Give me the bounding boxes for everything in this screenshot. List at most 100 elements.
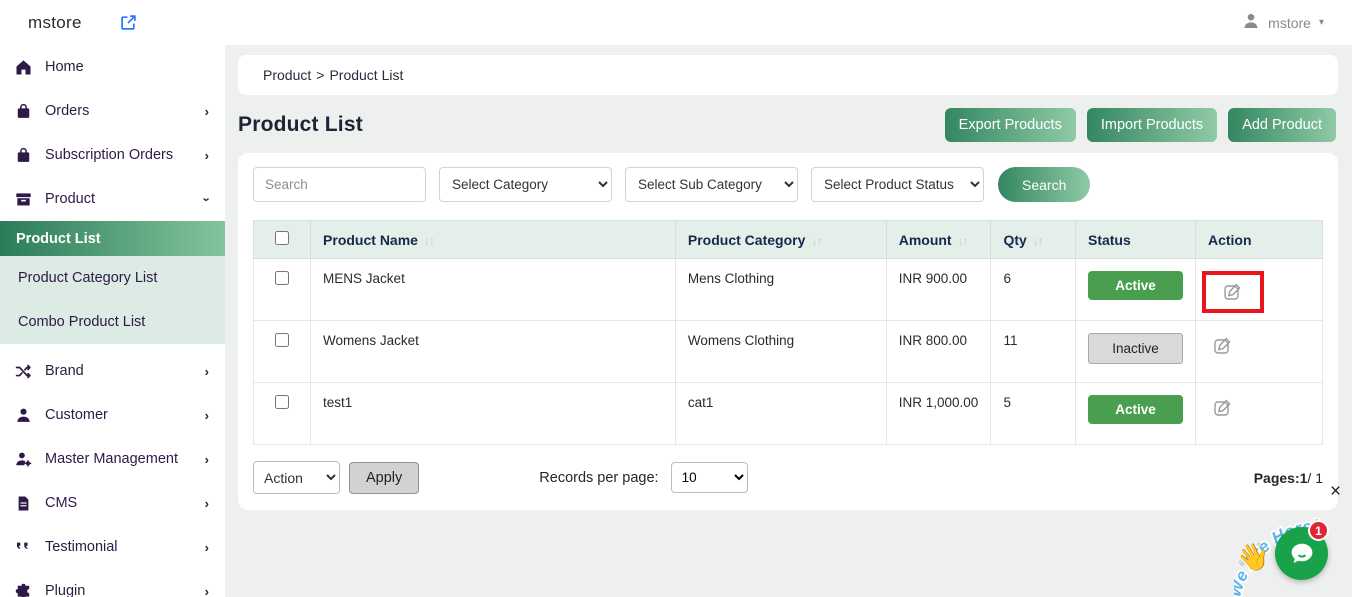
product-table: Product Name↓↑ Product Category↓↑ Amount… — [253, 220, 1323, 445]
header-product-category[interactable]: Product Category↓↑ — [675, 221, 886, 259]
header-qty[interactable]: Qty↓↑ — [991, 221, 1076, 259]
table-row: Womens Jacket Womens Clothing INR 800.00… — [254, 321, 1323, 383]
main-content: Product > Product List Product List Expo… — [225, 45, 1352, 597]
row-checkbox[interactable] — [275, 333, 289, 347]
cell-product-name: MENS Jacket — [311, 259, 676, 321]
sidebar-item-home[interactable]: Home — [0, 45, 225, 89]
sidebar-item-subscription-orders[interactable]: Subscription Orders › — [0, 133, 225, 177]
person-gear-icon — [15, 451, 32, 468]
chat-notification-badge: 1 — [1308, 520, 1329, 541]
page-title: Product List — [238, 113, 363, 137]
product-status-select[interactable]: Select Product Status — [811, 167, 984, 202]
chevron-right-icon: › — [205, 452, 209, 467]
sort-icon[interactable]: ↓↑ — [424, 234, 434, 248]
export-products-button[interactable]: Export Products — [945, 108, 1076, 142]
cell-product-category: Mens Clothing — [675, 259, 886, 321]
chevron-right-icon: › — [205, 584, 209, 597]
product-list-card: Select Category Select Sub Category Sele… — [238, 153, 1338, 510]
search-button[interactable]: Search — [998, 167, 1090, 202]
sidebar-item-plugin[interactable]: Plugin › — [0, 569, 225, 597]
sidebar-item-product[interactable]: Product › — [0, 177, 225, 221]
bag-icon — [15, 103, 32, 120]
person-icon — [15, 407, 32, 424]
breadcrumb-parent[interactable]: Product — [263, 67, 311, 83]
pagination: Pages:1/ 1 — [1254, 470, 1323, 486]
header-amount[interactable]: Amount↓↑ — [886, 221, 991, 259]
chat-close-icon[interactable]: × — [1330, 482, 1341, 501]
sort-icon[interactable]: ↓↑ — [958, 234, 968, 248]
external-link-icon[interactable] — [120, 14, 137, 31]
edit-icon[interactable] — [1208, 395, 1238, 421]
chevron-right-icon: › — [205, 104, 209, 119]
topbar: mstore mstore ▾ — [0, 0, 1352, 45]
cell-product-category: Womens Clothing — [675, 321, 886, 383]
sort-icon[interactable]: ↓↑ — [1033, 234, 1043, 248]
edit-icon[interactable] — [1218, 279, 1248, 305]
cell-qty: 5 — [991, 383, 1076, 445]
cell-amount: INR 900.00 — [886, 259, 991, 321]
import-products-button[interactable]: Import Products — [1087, 108, 1217, 142]
select-all-checkbox[interactable] — [275, 231, 289, 245]
header-status: Status — [1075, 221, 1195, 259]
records-per-page-select[interactable]: 10 — [671, 462, 748, 493]
archive-icon — [15, 191, 32, 208]
add-product-button[interactable]: Add Product — [1228, 108, 1336, 142]
cell-product-name: Womens Jacket — [311, 321, 676, 383]
table-header-row: Product Name↓↑ Product Category↓↑ Amount… — [254, 221, 1323, 259]
shuffle-icon — [15, 363, 32, 380]
chevron-right-icon: › — [205, 408, 209, 423]
row-checkbox[interactable] — [275, 271, 289, 285]
header-action: Action — [1195, 221, 1322, 259]
chevron-right-icon: › — [205, 540, 209, 555]
sidebar-item-brand[interactable]: Brand › — [0, 349, 225, 393]
product-submenu: Product Category List Combo Product List — [0, 256, 225, 344]
table-row: MENS Jacket Mens Clothing INR 900.00 6 A… — [254, 259, 1323, 321]
chevron-right-icon: › — [205, 148, 209, 163]
cell-qty: 11 — [991, 321, 1076, 383]
pages-label: Pages: — [1254, 470, 1300, 486]
status-badge[interactable]: Active — [1088, 271, 1183, 300]
bulk-action-select[interactable]: Action — [253, 461, 340, 494]
file-icon — [15, 495, 32, 512]
puzzle-icon — [15, 583, 32, 597]
cell-product-category: cat1 — [675, 383, 886, 445]
user-name: mstore — [1268, 15, 1311, 31]
category-select[interactable]: Select Category — [439, 167, 612, 202]
page-total: 1 — [1315, 470, 1323, 486]
user-caret-icon: ▾ — [1319, 17, 1324, 28]
cell-amount: INR 800.00 — [886, 321, 991, 383]
sort-icon[interactable]: ↓↑ — [811, 234, 821, 248]
sidebar-item-master-management[interactable]: Master Management › — [0, 437, 225, 481]
sidebar-item-product-list[interactable]: Product List — [0, 221, 225, 256]
sub-category-select[interactable]: Select Sub Category — [625, 167, 798, 202]
user-icon — [1242, 12, 1260, 33]
search-input[interactable] — [253, 167, 426, 202]
sidebar: Home Orders › Subscription Orders › Prod… — [0, 45, 225, 597]
waving-hand-icon: 👋 — [1236, 541, 1270, 573]
bag-icon — [15, 147, 32, 164]
chevron-down-icon: › — [199, 197, 214, 201]
home-icon — [15, 59, 32, 76]
chevron-right-icon: › — [205, 364, 209, 379]
cell-product-name: test1 — [311, 383, 676, 445]
breadcrumb-separator: > — [316, 67, 324, 83]
sidebar-item-cms[interactable]: CMS › — [0, 481, 225, 525]
cell-amount: INR 1,000.00 — [886, 383, 991, 445]
edit-icon[interactable] — [1208, 333, 1238, 359]
table-row: test1 cat1 INR 1,000.00 5 Active — [254, 383, 1323, 445]
breadcrumb-current: Product List — [329, 67, 403, 83]
header-product-name[interactable]: Product Name↓↑ — [311, 221, 676, 259]
chevron-right-icon: › — [205, 496, 209, 511]
sidebar-item-testimonial[interactable]: Testimonial › — [0, 525, 225, 569]
apply-button[interactable]: Apply — [349, 462, 419, 494]
user-menu[interactable]: mstore ▾ — [1242, 12, 1324, 33]
sidebar-item-product-category-list[interactable]: Product Category List — [0, 256, 225, 300]
sidebar-item-combo-product-list[interactable]: Combo Product List — [0, 300, 225, 344]
sidebar-item-customer[interactable]: Customer › — [0, 393, 225, 437]
sidebar-item-orders[interactable]: Orders › — [0, 89, 225, 133]
status-badge[interactable]: Active — [1088, 395, 1183, 424]
brand-logo: mstore — [28, 13, 82, 33]
breadcrumb: Product > Product List — [238, 55, 1338, 95]
status-badge[interactable]: Inactive — [1088, 333, 1183, 364]
row-checkbox[interactable] — [275, 395, 289, 409]
